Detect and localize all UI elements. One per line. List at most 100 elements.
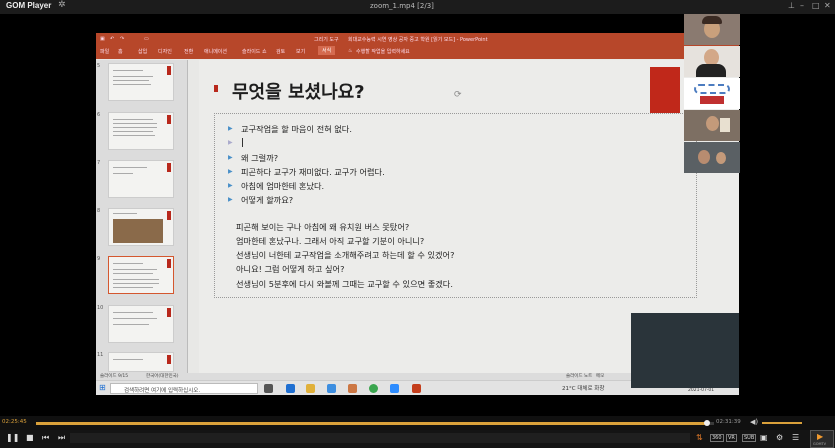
gomtv-button[interactable]: ▶ GOMTV — [810, 430, 834, 448]
paragraph-line: 선생님이 너한테 교구작업을 소개해주려고 하는데 할 수 있겠어? — [236, 250, 455, 260]
store-icon[interactable] — [348, 384, 357, 393]
status-comments[interactable]: 메모 — [596, 373, 604, 379]
participant-logo-video[interactable] — [684, 78, 740, 109]
screen-capture-icon[interactable]: ▣ — [760, 433, 768, 442]
app-name: GOM Player — [6, 1, 52, 10]
ribbon-tab-format[interactable]: 서식 — [318, 46, 336, 55]
paragraph-line: 피곤해 보이는 구나 아침에 왜 유치원 버스 못탔어? — [236, 222, 410, 232]
play-arrow-icon: ▶ — [817, 432, 824, 441]
bullet-text: 아침에 엄마한테 혼났다. — [241, 181, 325, 191]
thumb-number: 7 — [97, 160, 101, 166]
slide-thumbnail[interactable] — [108, 208, 174, 246]
badge-vr[interactable]: VR — [726, 434, 737, 442]
status-slide-count: 슬라이드 9/15 — [100, 374, 129, 379]
bullet-arrow-icon: ▶ — [228, 196, 233, 203]
player-control-bar: ❚❚ ■ ⏮ ⏭ ⇅ 360 VR SUB ▣ ⚙ ☰ ▶ GOMTV — [0, 430, 835, 448]
bullet-arrow-icon: ▶ — [228, 182, 233, 189]
next-icon[interactable]: ⏭ — [58, 433, 65, 443]
present-icon[interactable]: ▭ — [144, 36, 149, 42]
self-view-video[interactable] — [631, 313, 739, 388]
sort-icon[interactable]: ⇅ — [696, 433, 703, 442]
pause-icon[interactable]: ❚❚ — [6, 433, 19, 442]
bullet-arrow-icon: ▶ — [228, 168, 233, 175]
taskbar-clock: 2021-07-01 — [688, 388, 715, 393]
windows-start-icon[interactable]: ⊞ — [99, 383, 106, 392]
task-view-icon[interactable] — [264, 384, 273, 393]
slide-title: 무엇을 보셨나요? — [232, 82, 365, 103]
volume-icon[interactable]: ◀) — [750, 418, 758, 426]
bullet-arrow-icon: ▶ — [228, 125, 233, 132]
ribbon-tab-slideshow[interactable]: 슬라이드 쇼 — [242, 48, 267, 55]
status-language: 한국어(대한민국) — [146, 374, 179, 379]
seek-bar-fill — [36, 422, 708, 425]
ppt-ribbon: 파일 홈 삽입 디자인 전환 애니메이션 슬라이드 쇼 검토 보기 서식 ♨ 수… — [96, 45, 739, 59]
slide-thumbnail[interactable] — [108, 160, 174, 198]
slide-thumbnail-panel: 5 6 7 8 9 10 11 — [96, 60, 188, 373]
text-cursor — [242, 138, 243, 147]
participant-video[interactable] — [684, 14, 740, 45]
stop-icon[interactable]: ■ — [26, 433, 34, 442]
slide-thumbnail[interactable] — [108, 305, 174, 343]
ribbon-tab-review[interactable]: 검토 — [276, 48, 285, 55]
maximize-icon[interactable]: □ — [812, 1, 820, 10]
weather-text: 21°C 대체로 화창 — [562, 386, 605, 392]
subtitle-button[interactable]: SUB — [742, 434, 757, 442]
paragraph-line: 아니요! 그럼 어떻게 하고 싶어? — [236, 264, 345, 274]
thumb-number: 11 — [97, 352, 104, 358]
ribbon-tab-home[interactable]: 홈 — [118, 48, 123, 55]
paragraph-line: 엄마한테 혼났구나. 그래서 아직 교구할 기분이 아니니? — [236, 236, 425, 246]
file-explorer-icon[interactable] — [306, 384, 315, 393]
taskbar-search-input[interactable]: 검색하려면 여기에 입력하십시오. — [110, 383, 258, 394]
edge-icon[interactable] — [327, 384, 336, 393]
playlist-strip — [70, 433, 690, 443]
bullet-text: 교구작업을 할 마음이 전혀 없다. — [241, 124, 352, 134]
close-icon[interactable]: ✕ — [824, 1, 831, 10]
volume-slider[interactable] — [762, 422, 802, 424]
ribbon-tell-me[interactable]: 수행할 작업을 입력하세요 — [356, 48, 410, 55]
rotate-handle-icon[interactable]: ⟳ — [454, 90, 462, 100]
ppt-window-title: 회대교수능력 시연 영상 공자 중고 학원 [읽기 모드] - PowerPoi… — [348, 37, 488, 43]
participant-video[interactable] — [684, 142, 740, 173]
undo-icon[interactable]: ↶ — [110, 36, 114, 42]
file-title: zoom_1.mp4 [2/3] — [370, 2, 434, 10]
ribbon-tab-animation[interactable]: 애니메이션 — [204, 48, 227, 55]
paragraph-line: 선생님이 5분후에 다시 와볼께 그때는 교구할 수 있으면 좋겠다. — [236, 279, 453, 289]
slide-text-box[interactable]: ▶ 교구작업을 할 마음이 전혀 없다. ▶ ▶ 왜 그럴까? ▶ 피곤하다 교… — [214, 113, 697, 298]
thumb-number: 6 — [97, 112, 101, 118]
ribbon-lightbulb-icon: ♨ — [348, 48, 353, 54]
slide-thumbnail[interactable] — [108, 352, 174, 372]
chrome-icon[interactable] — [369, 384, 378, 393]
powerpoint-icon[interactable] — [412, 384, 421, 393]
red-accent-block — [650, 67, 680, 113]
redo-icon[interactable]: ↷ — [120, 36, 124, 42]
participant-video[interactable] — [684, 46, 740, 77]
zoom-icon[interactable] — [390, 384, 399, 393]
ribbon-tab-view[interactable]: 보기 — [296, 48, 305, 55]
gear-icon[interactable]: ✲ — [58, 0, 66, 10]
bullet-text: 왜 그럴까? — [241, 153, 279, 163]
slide-thumbnail[interactable] — [108, 63, 174, 101]
slide-thumbnail[interactable] — [108, 112, 174, 150]
ribbon-tab-insert[interactable]: 삽입 — [138, 48, 147, 55]
thumb-number: 8 — [97, 208, 101, 214]
badge-360[interactable]: 360 — [710, 434, 724, 442]
minimize-icon[interactable]: – — [800, 1, 804, 10]
ribbon-tab-design[interactable]: 디자인 — [158, 48, 172, 55]
mail-icon[interactable] — [286, 384, 295, 393]
status-notes[interactable]: 슬라이드 노트 — [566, 373, 592, 379]
pin-icon[interactable]: ⊥ — [788, 1, 795, 10]
ppt-title-mode: 그리기 도구 — [314, 37, 339, 43]
total-time: 02:31:39 — [716, 419, 741, 425]
ribbon-tab-file[interactable]: 파일 — [100, 48, 109, 55]
thumb-number: 10 — [97, 305, 104, 311]
player-title-bar: GOM Player ✲ zoom_1.mp4 [2/3] ⊥ – □ ✕ — [0, 0, 835, 14]
current-time: 02:25:45 — [2, 419, 27, 425]
slide-thumbnail-active[interactable] — [108, 256, 174, 294]
participant-video[interactable] — [684, 110, 740, 141]
menu-icon[interactable]: ☰ — [792, 433, 799, 442]
previous-icon[interactable]: ⏮ — [42, 433, 49, 443]
ribbon-tab-transition[interactable]: 전환 — [184, 48, 193, 55]
settings-icon[interactable]: ⚙ — [776, 433, 783, 442]
save-icon[interactable]: ▣ — [100, 36, 105, 42]
bullet-arrow-icon: ▶ — [228, 139, 233, 146]
